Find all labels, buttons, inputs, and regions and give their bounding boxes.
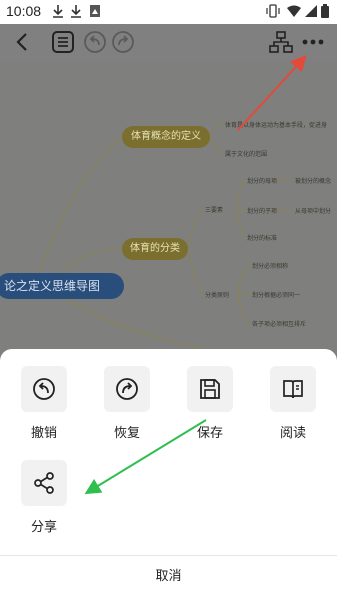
status-time: 10:08	[6, 3, 42, 19]
undo-icon[interactable]	[80, 27, 110, 57]
structure-icon[interactable]	[266, 27, 296, 57]
download-icon	[53, 5, 63, 18]
wifi-icon	[287, 5, 301, 17]
back-icon[interactable]	[8, 27, 38, 57]
redo-label: 恢复	[113, 426, 140, 441]
mindmap-leaf[interactable]: 属于文化的范围	[225, 149, 267, 158]
save-icon	[200, 379, 220, 399]
root-node[interactable]: 论之定义思维导图	[0, 273, 124, 299]
image-icon	[90, 5, 100, 17]
mindmap-leaf[interactable]: 体育是以身体运动为基本手段，促进身	[225, 120, 327, 129]
status-bar: 10:08	[0, 0, 337, 24]
vibrate-icon	[266, 4, 280, 18]
share-label: 分享	[30, 520, 57, 535]
mindmap-leaf[interactable]: 被划分的概念	[295, 176, 331, 185]
battery-icon	[321, 4, 329, 18]
cancel-button[interactable]: 取消	[0, 556, 337, 600]
mindmap-leaf[interactable]: 三要素	[205, 205, 223, 214]
redo-icon	[116, 378, 138, 400]
redo-icon[interactable]	[108, 27, 138, 57]
mindmap-leaf[interactable]: 从母项中划分	[295, 206, 331, 215]
mindmap-leaf[interactable]: 划分的母项	[247, 176, 277, 185]
undo-icon	[33, 378, 55, 400]
more-icon[interactable]	[298, 27, 328, 57]
read-button[interactable]: 阅读	[269, 366, 317, 441]
branch-node[interactable]: 体育概念的定义	[122, 126, 210, 148]
read-icon	[283, 380, 303, 399]
save-button[interactable]: 保存	[186, 366, 234, 441]
branch-node[interactable]: 体育的分类	[122, 238, 188, 260]
share-sheet: 撤销 恢复 保存 阅读 分享 取消	[0, 349, 337, 600]
mindmap-leaf[interactable]: 划分的子项	[247, 206, 277, 215]
redo-button[interactable]: 恢复	[103, 366, 151, 441]
mindmap-leaf[interactable]: 划分必须相称	[252, 261, 288, 270]
undo-label: 撤销	[30, 426, 57, 441]
mindmap-leaf[interactable]: 划分的标准	[247, 233, 277, 242]
outline-icon[interactable]	[48, 27, 78, 57]
undo-button[interactable]: 撤销	[20, 366, 68, 441]
download-icon	[71, 5, 81, 18]
share-icon	[34, 472, 54, 494]
share-button[interactable]: 分享	[20, 460, 68, 535]
mindmap-leaf[interactable]: 分类原则	[205, 290, 229, 299]
save-label: 保存	[196, 426, 223, 441]
mindmap-leaf[interactable]: 各子项必须相互排斥	[252, 319, 306, 328]
signal-icon	[305, 5, 317, 17]
toolbar	[0, 24, 337, 62]
mindmap-leaf[interactable]: 划分根据必须同一	[252, 290, 300, 299]
read-label: 阅读	[279, 426, 306, 441]
